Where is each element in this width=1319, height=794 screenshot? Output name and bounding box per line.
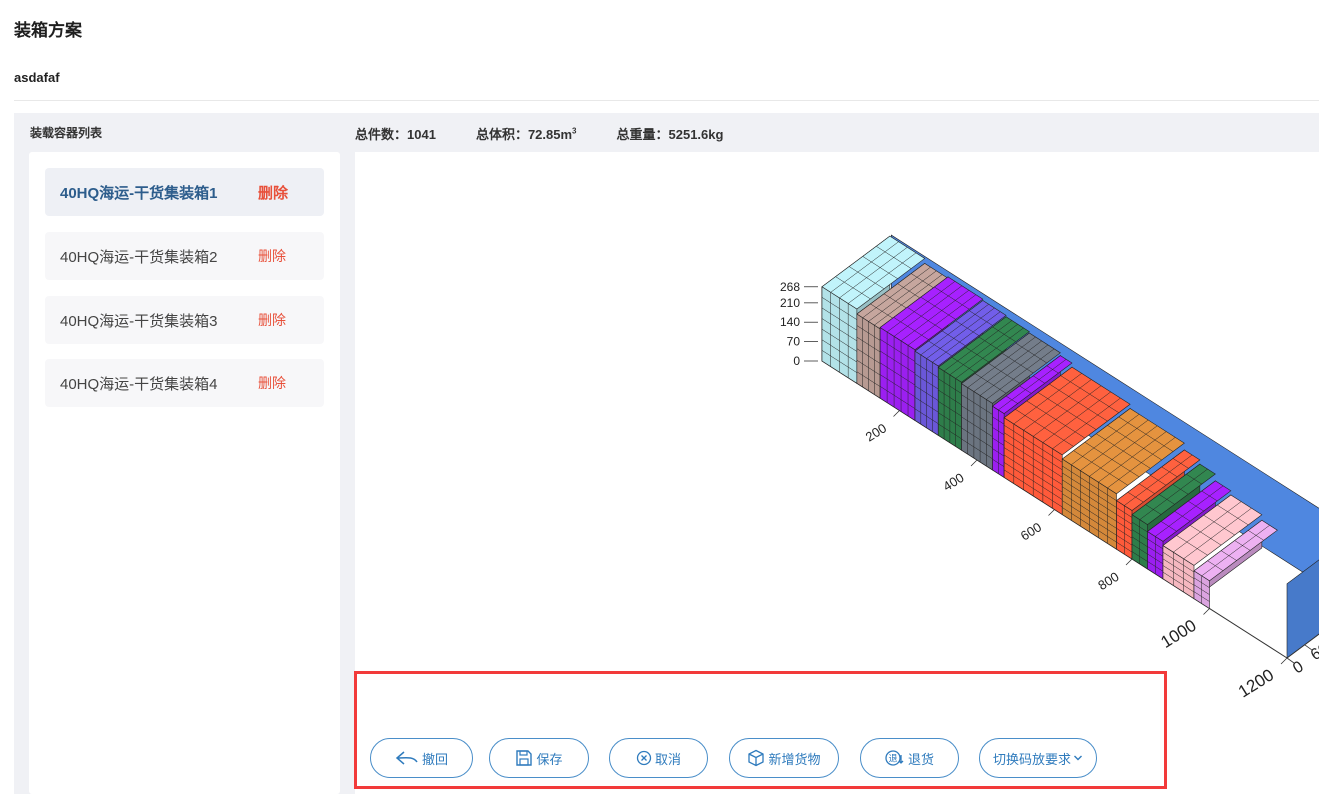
cancel-button[interactable]: 取消 bbox=[609, 738, 708, 778]
save-button[interactable]: 保存 bbox=[489, 738, 589, 778]
close-circle-icon bbox=[636, 750, 652, 766]
return-goods-icon: 退 bbox=[885, 750, 904, 766]
add-cargo-label: 新增货物 bbox=[768, 751, 821, 767]
delete-button[interactable]: 删除 bbox=[258, 310, 286, 330]
width-tick-label: 60 bbox=[1308, 640, 1319, 664]
switch-stacking-rule-dropdown[interactable]: 切换码放要求 bbox=[979, 738, 1097, 778]
height-tick-label: 268 bbox=[780, 280, 800, 294]
save-icon bbox=[516, 750, 533, 766]
length-tick-label: 800 bbox=[1095, 569, 1121, 593]
add-cargo-button[interactable]: 新增货物 bbox=[729, 738, 839, 778]
length-tick-label: 200 bbox=[863, 420, 889, 444]
return-goods-button[interactable]: 退 退货 bbox=[860, 738, 959, 778]
length-tick-label: 1200 bbox=[1235, 665, 1277, 701]
container-name: 40HQ海运-干货集装箱1 bbox=[60, 184, 218, 202]
page-title: 装箱方案 bbox=[14, 21, 82, 40]
container-name: 40HQ海运-干货集装箱4 bbox=[60, 375, 218, 393]
undo-icon bbox=[395, 751, 418, 765]
height-tick-label: 210 bbox=[780, 296, 800, 310]
container-item-4[interactable]: 40HQ海运-干货集装箱4 删除 bbox=[45, 359, 324, 407]
3d-viewer[interactable]: 2682101407002004006008001000120023518012… bbox=[355, 152, 1319, 794]
container-item-2[interactable]: 40HQ海运-干货集装箱2 删除 bbox=[45, 232, 324, 280]
chevron-down-icon bbox=[1074, 755, 1082, 761]
delete-button[interactable]: 删除 bbox=[258, 182, 288, 203]
cancel-label: 取消 bbox=[654, 751, 681, 767]
container-name: 40HQ海运-干货集装箱2 bbox=[60, 248, 218, 266]
undo-label: 撤回 bbox=[421, 751, 448, 767]
total-volume: 总体积：72.85m3 bbox=[475, 126, 577, 142]
return-goods-label: 退货 bbox=[907, 751, 934, 767]
container-list-title: 装载容器列表 bbox=[30, 126, 103, 140]
length-tick-label: 1000 bbox=[1157, 616, 1199, 652]
stats-bar: 总件数：1041 总体积：72.85m3 总重量：5251.6kg bbox=[355, 124, 763, 143]
height-tick-label: 70 bbox=[787, 335, 801, 349]
container-name: 40HQ海运-干货集装箱3 bbox=[60, 312, 218, 330]
cargo-blocks bbox=[821, 235, 1278, 610]
container-list: 40HQ海运-干货集装箱1 删除 40HQ海运-干货集装箱2 删除 40HQ海运… bbox=[29, 152, 340, 794]
delete-button[interactable]: 删除 bbox=[258, 373, 286, 393]
switch-stacking-rule-label: 切换码放要求 bbox=[992, 751, 1071, 767]
plan-name: asdafaf bbox=[14, 70, 60, 85]
total-weight: 总重量：5251.6kg bbox=[616, 127, 724, 142]
height-tick-label: 140 bbox=[780, 315, 800, 329]
svg-text:退: 退 bbox=[888, 754, 897, 764]
container-3d-scene[interactable]: 2682101407002004006008001000120023518012… bbox=[355, 152, 1319, 794]
delete-button[interactable]: 删除 bbox=[258, 246, 286, 266]
undo-button[interactable]: 撤回 bbox=[370, 738, 473, 778]
height-tick-label: 0 bbox=[793, 354, 800, 368]
length-tick-label: 400 bbox=[940, 470, 966, 494]
width-tick-label: 0 bbox=[1290, 658, 1307, 677]
cube-icon bbox=[748, 749, 765, 767]
total-count: 总件数：1041 bbox=[355, 127, 436, 142]
save-label: 保存 bbox=[536, 751, 563, 767]
container-item-3[interactable]: 40HQ海运-干货集装箱3 删除 bbox=[45, 296, 324, 344]
workspace: 装载容器列表 总件数：1041 总体积：72.85m3 总重量：5251.6kg… bbox=[14, 113, 1319, 794]
container-item-1[interactable]: 40HQ海运-干货集装箱1 删除 bbox=[45, 168, 324, 216]
length-tick-label: 600 bbox=[1018, 519, 1044, 543]
header-divider bbox=[14, 100, 1319, 101]
